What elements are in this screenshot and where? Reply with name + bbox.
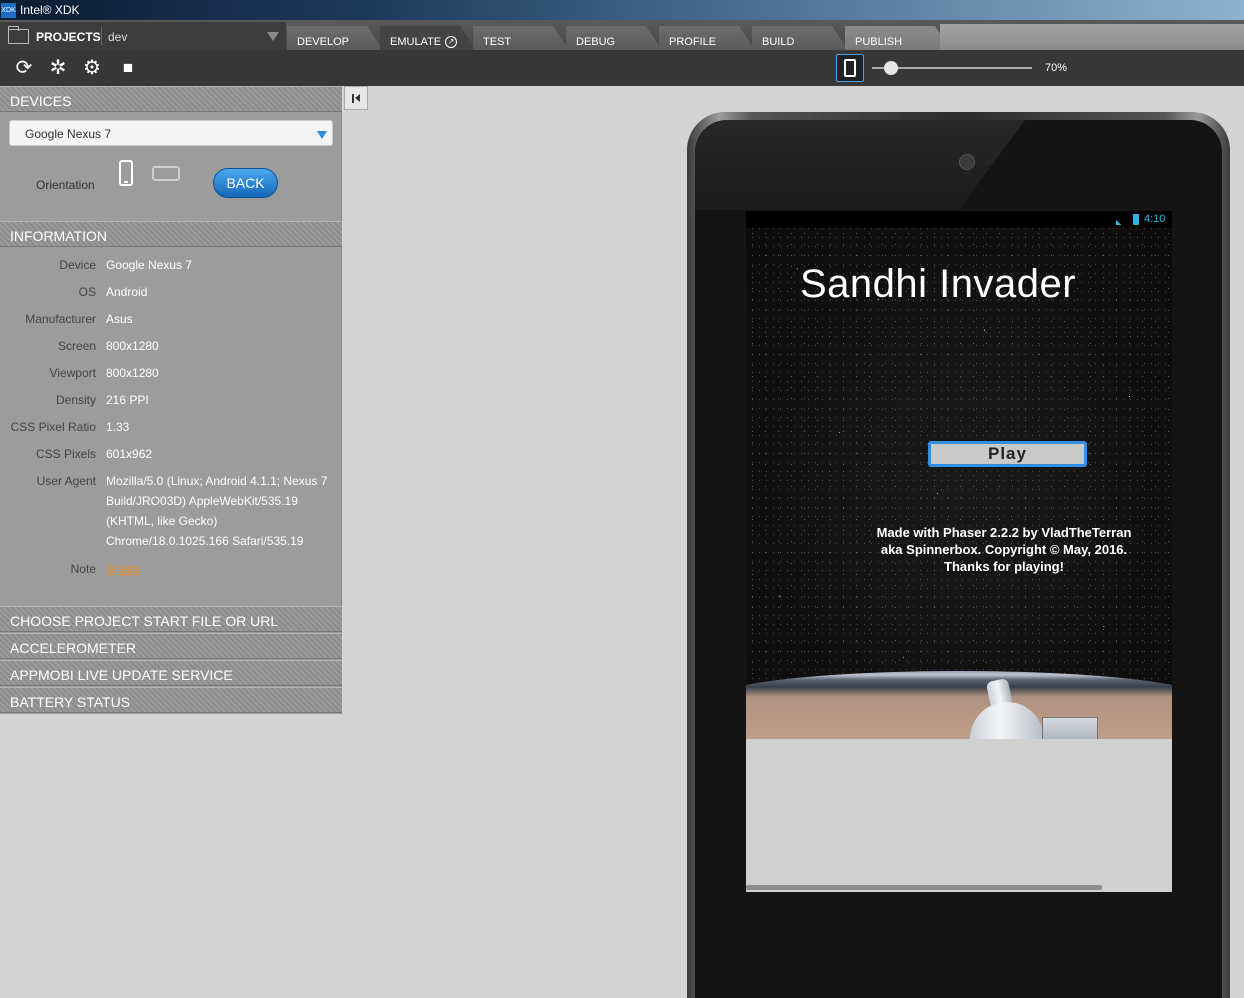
tab-test[interactable]: TEST xyxy=(473,26,569,50)
projects-dropdown[interactable]: PROJECTS dev xyxy=(0,22,286,50)
planet-surface xyxy=(746,671,1172,739)
folder-icon xyxy=(8,26,29,44)
info-value: Google Nexus 7 xyxy=(106,258,193,272)
project-start-file-section-header[interactable]: CHOOSE PROJECT START FILE OR URL xyxy=(0,606,342,632)
device-select-value: Google Nexus 7 xyxy=(25,127,112,141)
battery-status-section-header[interactable]: BATTERY STATUS xyxy=(0,687,342,713)
user-agent-line: Chrome/18.0.1025.166 Safari/535.19 xyxy=(106,534,304,548)
app-title: Intel® XDK xyxy=(20,3,80,17)
phone-icon xyxy=(844,59,856,77)
info-key: Device xyxy=(59,258,96,272)
sensor-icon xyxy=(984,158,991,165)
tab-label: EMULATE xyxy=(390,36,442,48)
game-title: Sandhi Invader xyxy=(800,262,1077,306)
reload-icon[interactable]: ⟳ xyxy=(12,56,36,80)
information-section-header[interactable]: INFORMATION xyxy=(0,221,342,247)
bezel-glare xyxy=(695,120,1025,210)
info-key: User Agent xyxy=(36,474,96,488)
info-key: Note xyxy=(70,562,96,576)
tab-label: DEVELOP xyxy=(297,36,349,48)
info-value: Android xyxy=(106,285,148,299)
tab-label: PUBLISH xyxy=(855,36,903,48)
settings-gear-icon[interactable]: ⚙ xyxy=(80,56,104,80)
android-status-bar: 4:10 xyxy=(746,211,1172,228)
devices-section-header[interactable]: DEVICES xyxy=(0,86,342,112)
zoom-slider[interactable] xyxy=(888,67,1032,69)
info-key: Manufacturer xyxy=(25,312,96,326)
back-button[interactable]: BACK xyxy=(213,168,278,198)
external-link-icon[interactable]: ↗ xyxy=(445,36,457,48)
info-value: 800x1280 xyxy=(106,366,159,380)
live-update-section-header[interactable]: APPMOBI LIVE UPDATE SERVICE xyxy=(0,660,342,686)
specs-link[interactable]: Specs xyxy=(106,562,139,576)
device-frame-toggle-button[interactable] xyxy=(836,54,864,82)
game-canvas[interactable]: Sandhi Invader Play Made with Phaser 2.2… xyxy=(746,228,1172,739)
wifi-icon xyxy=(1116,214,1127,225)
user-agent-line: (KHTML, like Gecko) xyxy=(106,514,218,528)
orientation-label: Orientation xyxy=(36,178,95,192)
info-key: CSS Pixels xyxy=(35,447,96,461)
tab-build[interactable]: BUILD xyxy=(752,26,848,50)
device-select[interactable]: Google Nexus 7 xyxy=(9,120,333,146)
title-bar: XDK Intel® XDK xyxy=(0,0,1244,20)
info-key: OS xyxy=(78,285,96,299)
tab-label: PROFILE xyxy=(669,36,717,48)
xdk-logo-icon: XDK xyxy=(1,3,16,18)
tab-publish[interactable]: PUBLISH xyxy=(845,26,951,50)
collapse-panel-button[interactable] xyxy=(344,86,368,110)
info-key: Density xyxy=(55,393,96,407)
tab-debug[interactable]: DEBUG xyxy=(566,26,662,50)
horizontal-scrollbar[interactable] xyxy=(746,885,1102,890)
tab-emulate[interactable]: EMULATE ↗ xyxy=(380,26,476,50)
game-credits: Made with Phaser 2.2.2 by VladTheTerran … xyxy=(876,525,1132,574)
portrait-orientation-icon[interactable] xyxy=(119,160,133,186)
info-key: CSS Pixel Ratio xyxy=(10,420,96,434)
divider xyxy=(101,27,102,45)
info-value: 1.33 xyxy=(106,420,130,434)
battery-icon xyxy=(1133,214,1139,225)
tab-profile[interactable]: PROFILE xyxy=(659,26,755,50)
info-key: Viewport xyxy=(49,366,96,380)
projects-label[interactable]: PROJECTS xyxy=(36,30,101,44)
status-clock: 4:10 xyxy=(1144,213,1166,225)
project-name[interactable]: dev xyxy=(108,30,127,44)
debug-bug-icon[interactable]: ✲ xyxy=(46,56,70,80)
info-value: Asus xyxy=(106,312,133,326)
tab-label: BUILD xyxy=(762,36,795,48)
camera-icon xyxy=(959,154,975,170)
tab-develop[interactable]: DEVELOP xyxy=(287,26,383,50)
chevron-down-icon xyxy=(317,131,327,139)
emulator-screen[interactable]: 4:10 Sandhi Invader Play Made with Phase… xyxy=(746,211,1172,892)
user-agent-line: Build/JRO03D) AppleWebKit/535.19 xyxy=(106,494,298,508)
stop-icon[interactable]: ⏹ xyxy=(116,56,140,80)
user-agent-line: Mozilla/5.0 (Linux; Android 4.1.1; Nexus… xyxy=(106,474,328,488)
info-value: 216 PPI xyxy=(106,393,149,407)
tab-bar-filler xyxy=(940,24,1244,50)
accelerometer-section-header[interactable]: ACCELEROMETER xyxy=(0,633,342,659)
chevron-down-icon[interactable] xyxy=(267,32,279,41)
info-key: Screen xyxy=(57,339,96,353)
info-value: 601x962 xyxy=(106,447,153,461)
zoom-label: 70% xyxy=(1045,62,1068,74)
landscape-orientation-icon[interactable] xyxy=(152,166,180,181)
info-value: 800x1280 xyxy=(106,339,159,353)
tab-label: TEST xyxy=(483,36,512,48)
tab-label: DEBUG xyxy=(576,36,616,48)
play-button[interactable]: Play xyxy=(928,441,1087,467)
turret-base xyxy=(1042,717,1098,739)
zoom-slider-thumb[interactable] xyxy=(884,61,898,75)
